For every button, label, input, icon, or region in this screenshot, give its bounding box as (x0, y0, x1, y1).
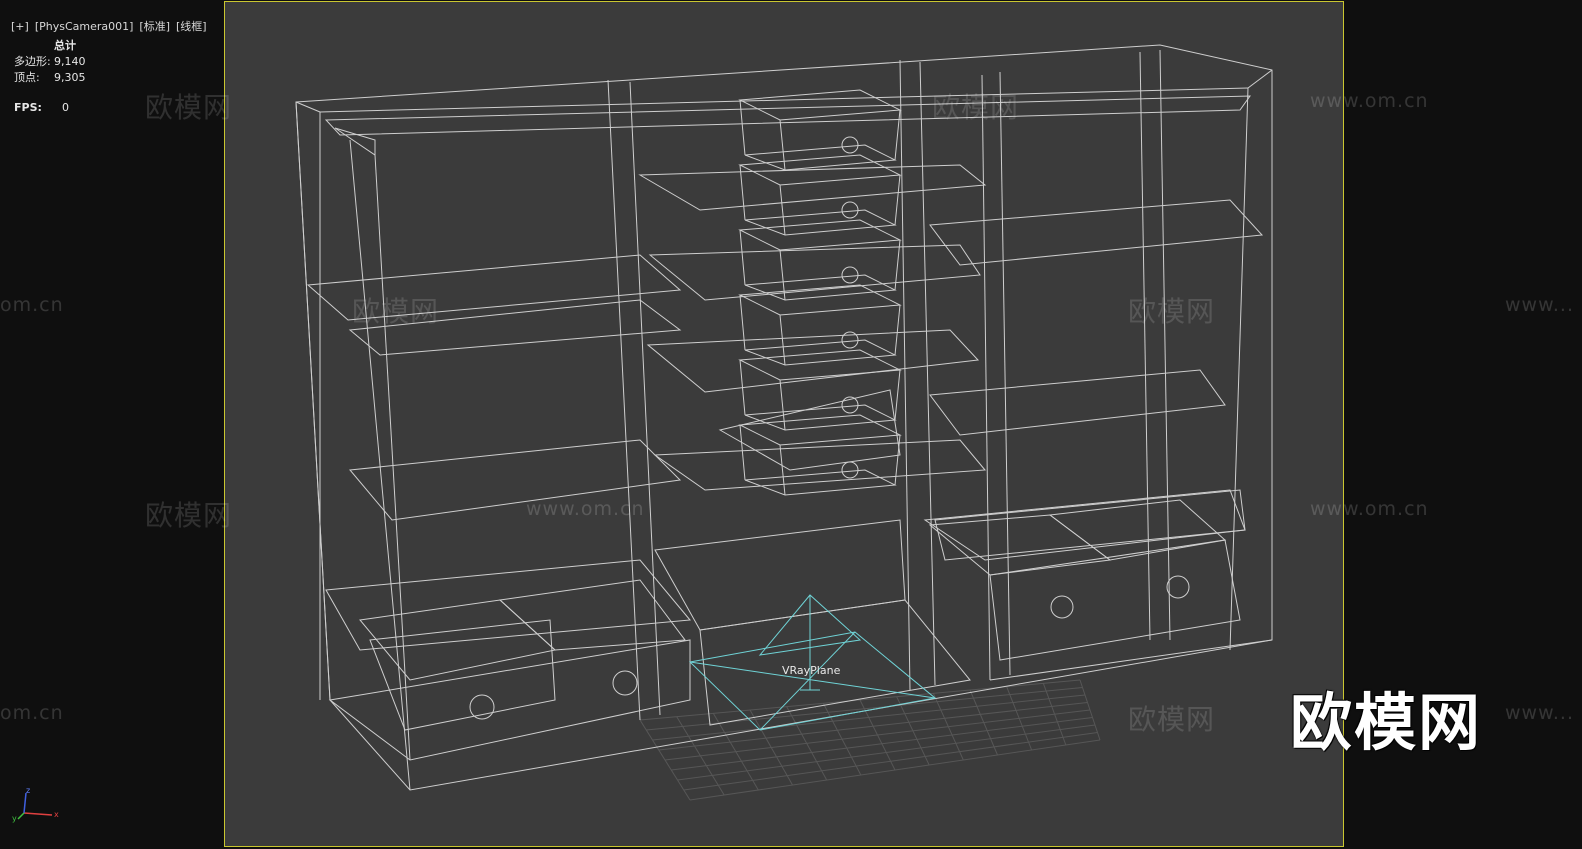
axis-x-label: x (54, 810, 59, 819)
ground-grid (639, 679, 1101, 801)
vray-plane-label: VRayPlane (782, 664, 841, 677)
vray-plane-gizmo[interactable] (688, 594, 937, 731)
axis-z-label: z (26, 786, 30, 795)
axis-tripod-icon: x z y (12, 786, 59, 823)
cabinet-wireframe[interactable] (295, 44, 1273, 791)
brand-logo-watermark: 欧模网 (1290, 686, 1483, 759)
axis-y-label: y (12, 814, 17, 823)
